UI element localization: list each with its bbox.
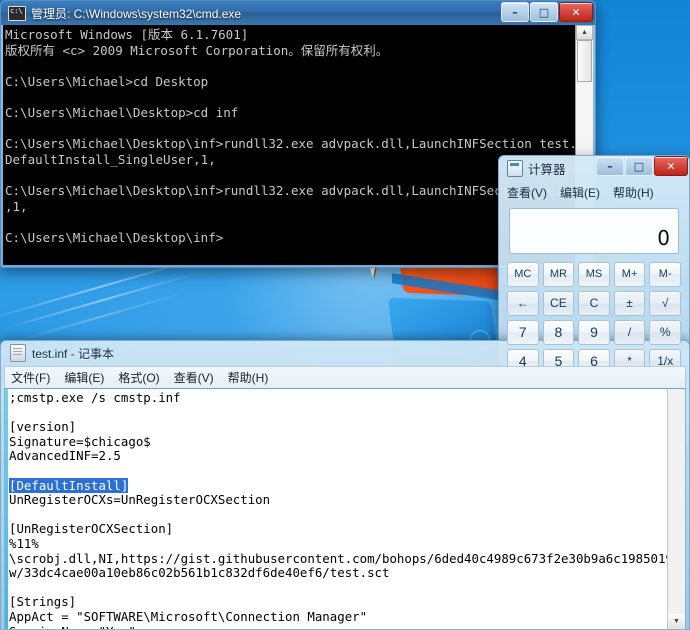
notepad-menu-format[interactable]: 格式(O) bbox=[118, 369, 159, 386]
calculator-key-label: 9 bbox=[590, 324, 598, 341]
notepad-menubar[interactable]: 文件(F) 编辑(E) 格式(O) 查看(V) 帮助(H) bbox=[4, 366, 686, 388]
cmd-minimize-button[interactable]: – bbox=[501, 2, 529, 22]
calculator-key-memory-add[interactable]: M+ bbox=[613, 262, 646, 287]
notepad-menu-help[interactable]: 帮助(H) bbox=[228, 369, 269, 386]
notepad-window[interactable]: test.inf - 记事本 文件(F) 编辑(E) 格式(O) 查看(V) 帮… bbox=[0, 340, 690, 630]
calculator-key-clear-entry[interactable]: CE bbox=[542, 290, 575, 316]
notepad-menu-view[interactable]: 查看(V) bbox=[174, 369, 214, 386]
cmd-titlebar[interactable]: 管理员: C:\Windows\system32\cmd.exe – □ ✕ bbox=[1, 1, 595, 25]
calculator-key-memory-subtract[interactable]: M- bbox=[649, 262, 681, 287]
notepad-scrollbar[interactable]: ▼ bbox=[667, 389, 685, 629]
cmd-scroll-up-icon[interactable]: ▲ bbox=[576, 25, 593, 40]
calculator-key-memory-recall[interactable]: MR bbox=[542, 262, 575, 287]
calculator-title: 计算器 bbox=[528, 162, 566, 177]
calculator-key-label: M+ bbox=[621, 268, 638, 281]
calculator-key-sign-toggle[interactable]: ± bbox=[613, 290, 646, 316]
calculator-menu-edit[interactable]: 编辑(E) bbox=[560, 184, 600, 201]
calculator-key-label: 7 bbox=[518, 324, 527, 341]
cmd-close-button[interactable]: ✕ bbox=[559, 2, 593, 22]
calculator-key-memory-clear[interactable]: MC bbox=[507, 262, 539, 287]
calculator-display-value: 0 bbox=[657, 226, 670, 250]
notepad-scroll-down-icon[interactable]: ▼ bbox=[668, 614, 685, 629]
cmd-scroll-thumb[interactable] bbox=[577, 40, 592, 82]
calculator-key-label: MR bbox=[549, 268, 567, 281]
calculator-key-backspace[interactable]: ← bbox=[507, 290, 539, 316]
calculator-key-label: C bbox=[589, 296, 599, 311]
calculator-key-square-root[interactable]: √ bbox=[649, 290, 681, 316]
calculator-key-label: / bbox=[627, 325, 632, 340]
cmd-window-controls[interactable]: – □ ✕ bbox=[501, 2, 593, 22]
notepad-title: test.inf - 记事本 bbox=[32, 346, 115, 361]
calculator-key-label: MS bbox=[585, 268, 603, 281]
calculator-key-label: M- bbox=[658, 268, 672, 281]
calculator-menu-help[interactable]: 帮助(H) bbox=[613, 184, 654, 201]
notepad-titlebar[interactable]: test.inf - 记事本 bbox=[0, 340, 690, 366]
calculator-window-controls[interactable]: – □ ✕ bbox=[596, 156, 688, 176]
calculator-menubar[interactable]: 查看(V) 编辑(E) 帮助(H) bbox=[501, 182, 687, 202]
calculator-key-label: ± bbox=[626, 296, 633, 311]
calculator-minimize-button[interactable]: – bbox=[596, 156, 624, 176]
calculator-maximize-button[interactable]: □ bbox=[625, 156, 653, 176]
calculator-display: 0 bbox=[509, 208, 679, 254]
calculator-close-button[interactable]: ✕ bbox=[654, 156, 688, 176]
notepad-icon bbox=[10, 344, 26, 362]
cmd-console-output[interactable]: Microsoft Windows [版本 6.1.7601] 版权所有 <c>… bbox=[3, 25, 575, 265]
cmd-title: 管理员: C:\Windows\system32\cmd.exe bbox=[31, 6, 242, 21]
notepad-body: ;cmstp.exe /s cmstp.inf [version] Signat… bbox=[4, 388, 686, 630]
calculator-key-label: MC bbox=[514, 268, 532, 281]
calculator-key-memory-store[interactable]: MS bbox=[578, 262, 610, 287]
calculator-key-label: ← bbox=[516, 296, 529, 311]
calculator-titlebar[interactable]: 计算器 – □ ✕ bbox=[498, 155, 690, 181]
notepad-menu-file[interactable]: 文件(F) bbox=[11, 369, 50, 386]
notepad-text-area[interactable]: ;cmstp.exe /s cmstp.inf [version] Signat… bbox=[5, 389, 667, 629]
calculator-key-label: 8 bbox=[554, 324, 563, 341]
notepad-menu-edit[interactable]: 编辑(E) bbox=[64, 369, 104, 386]
notepad-selected-text: [DefaultInstall] bbox=[9, 477, 129, 493]
cmd-maximize-button[interactable]: □ bbox=[530, 2, 558, 22]
calculator-key-label: √ bbox=[661, 296, 669, 311]
notepad-text-after: UnRegisterOCXs=UnRegisterOCXSection [UnR… bbox=[9, 492, 667, 629]
calculator-key-label: % bbox=[659, 325, 671, 340]
calculator-icon bbox=[507, 159, 523, 177]
cmd-icon bbox=[8, 5, 26, 21]
calculator-menu-view[interactable]: 查看(V) bbox=[507, 184, 547, 201]
calculator-key-label: CE bbox=[550, 296, 567, 311]
notepad-text-before: ;cmstp.exe /s cmstp.inf [version] Signat… bbox=[9, 390, 181, 464]
calculator-key-clear[interactable]: C bbox=[578, 290, 610, 316]
